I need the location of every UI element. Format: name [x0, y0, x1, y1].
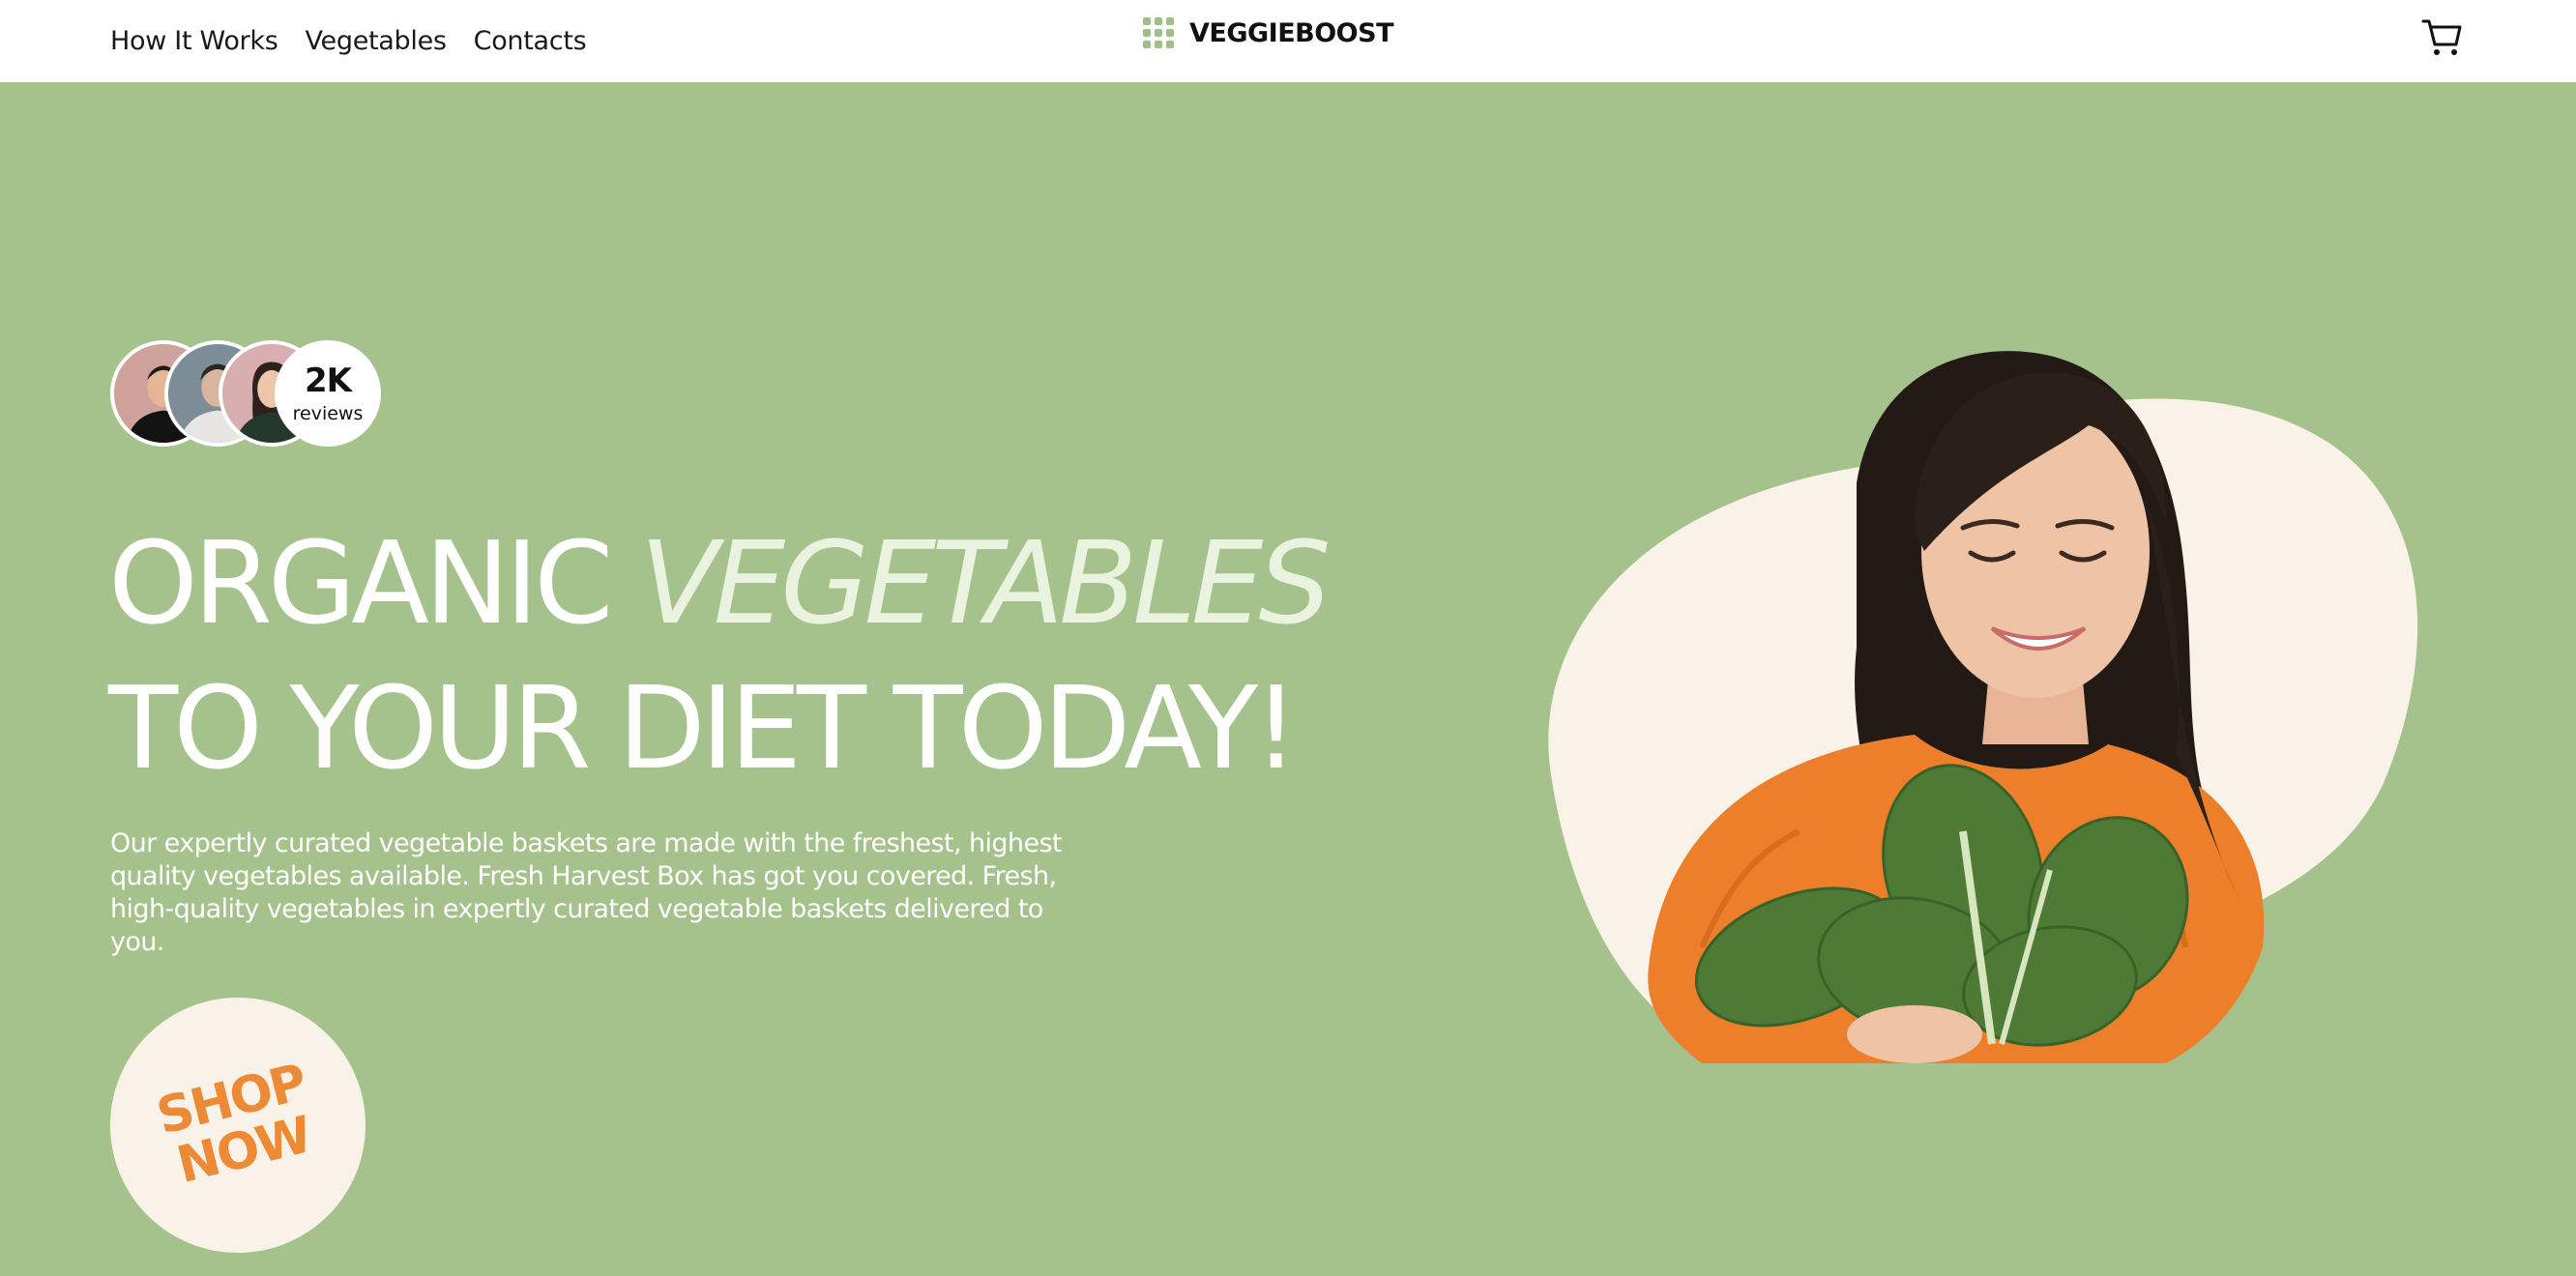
shopping-cart-icon[interactable]: [2421, 15, 2464, 58]
reviews-count: 2K: [304, 361, 352, 400]
hero-headline: ORGANIC VEGETABLES TO YOUR DIET TODAY!: [108, 510, 1481, 800]
brand-logo[interactable]: VEGGIEBOOST: [1143, 17, 1394, 48]
nav-how-it-works[interactable]: How It Works: [110, 26, 278, 56]
nav-vegetables[interactable]: Vegetables: [305, 26, 446, 56]
headline-accent: VEGETABLES: [640, 516, 1331, 650]
headline-line-1: ORGANIC VEGETABLES: [108, 510, 1481, 655]
reviews-label: reviews: [292, 402, 364, 424]
headline-line-2: TO YOUR DIET TODAY!: [108, 661, 1299, 795]
page: How It Works Vegetables Contacts VEGGIEB…: [0, 0, 2576, 1276]
main-nav: How It Works Vegetables Contacts: [110, 26, 587, 56]
brand-name: VEGGIEBOOST: [1189, 17, 1394, 48]
hero-description: Our expertly curated vegetable baskets a…: [110, 828, 1063, 957]
grid-dots-icon: [1143, 17, 1174, 48]
reviews-cluster: 2K reviews: [110, 340, 391, 447]
hero-image: [1508, 329, 2427, 1083]
shop-now-button[interactable]: SHOP NOW: [110, 998, 366, 1253]
reviews-badge: 2K reviews: [275, 340, 381, 447]
headline-plain: ORGANIC: [108, 516, 640, 650]
nav-contacts[interactable]: Contacts: [474, 26, 587, 56]
shop-now-label: SHOP NOW: [152, 1054, 324, 1195]
site-header: How It Works Vegetables Contacts VEGGIEB…: [0, 0, 2576, 82]
